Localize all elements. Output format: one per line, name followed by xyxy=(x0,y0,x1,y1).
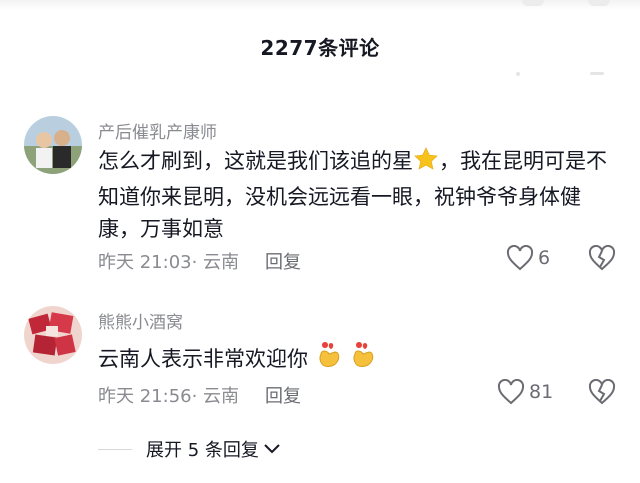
finger-heart-icon xyxy=(315,340,343,379)
header-dot xyxy=(516,72,520,76)
comment-meta: 昨天 21:56· 云南 回复 xyxy=(98,382,301,408)
time-location: 昨天 21:03· 云南 xyxy=(98,252,240,273)
like-button[interactable]: 81 xyxy=(497,379,553,405)
avatar-image xyxy=(24,306,82,364)
top-edge-dot xyxy=(588,0,610,6)
star-icon xyxy=(413,146,439,181)
comment-count-title: 2277条评论 xyxy=(260,36,380,60)
username[interactable]: 产后催乳产康师 xyxy=(98,118,217,143)
divider xyxy=(98,448,132,450)
expand-replies-label: 展开 5 条回复 xyxy=(146,440,259,461)
comment-meta: 昨天 21:03· 云南 回复 xyxy=(98,248,301,274)
chevron-down-icon xyxy=(264,444,280,454)
finger-heart-icon xyxy=(349,340,377,379)
broken-heart-icon xyxy=(588,245,616,271)
comment-text-part: 怎么才刷到，这就是我们该追的星 xyxy=(98,149,413,173)
avatar[interactable] xyxy=(24,306,82,364)
reply-button[interactable]: 回复 xyxy=(265,252,301,273)
like-button[interactable]: 6 xyxy=(506,245,550,271)
avatar-image xyxy=(24,116,82,174)
dislike-button[interactable] xyxy=(588,379,616,405)
comment-text: 云南人表示非常欢迎你 xyxy=(98,340,618,379)
username[interactable]: 熊熊小酒窝 xyxy=(98,308,183,333)
dislike-button[interactable] xyxy=(588,245,616,271)
top-shade xyxy=(0,0,640,10)
comment-text: 怎么才刷到，这就是我们该追的星 ，我在昆明可是不知道你来昆明，没机会远远看一眼，祝… xyxy=(98,145,618,245)
expand-replies-button[interactable]: 展开 5 条回复 xyxy=(98,436,281,462)
top-edge-dot xyxy=(522,0,544,6)
like-count: 81 xyxy=(529,381,554,403)
heart-outline-icon xyxy=(506,245,534,271)
avatar[interactable] xyxy=(24,116,82,174)
time-location: 昨天 21:56· 云南 xyxy=(98,386,240,407)
like-count: 6 xyxy=(538,247,551,269)
heart-outline-icon xyxy=(497,379,525,405)
comment-text-part: 云南人表示非常欢迎你 xyxy=(98,347,308,371)
reply-button[interactable]: 回复 xyxy=(265,386,301,407)
broken-heart-icon xyxy=(588,379,616,405)
close-handle[interactable] xyxy=(590,72,604,75)
